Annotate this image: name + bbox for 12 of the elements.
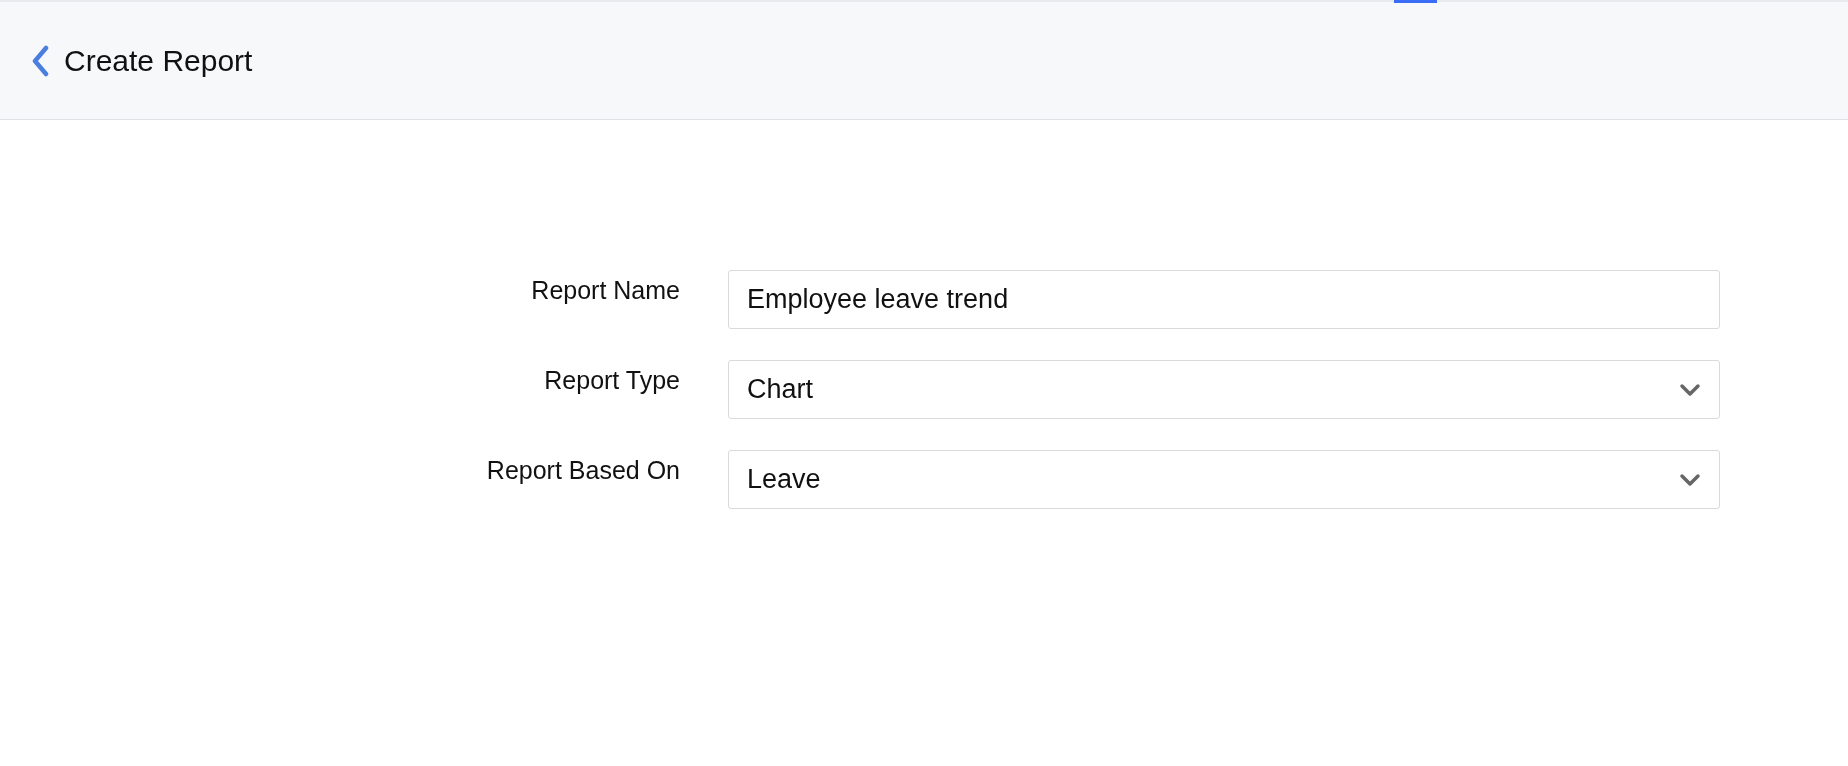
top-indicator-bar bbox=[1394, 0, 1437, 3]
field-label: Report Type bbox=[543, 365, 680, 395]
chevron-down-icon bbox=[1679, 382, 1701, 397]
chevron-left-icon bbox=[30, 44, 50, 77]
dropdown-field[interactable]: Leave bbox=[728, 450, 1720, 509]
field-label: Report Name bbox=[530, 275, 680, 305]
chevron-down-icon bbox=[1679, 472, 1701, 487]
back-button[interactable] bbox=[30, 44, 50, 77]
input-field[interactable]: Employee leave trend bbox=[728, 270, 1720, 329]
page-title: Create Report bbox=[64, 43, 253, 78]
dropdown-field[interactable]: Chart bbox=[728, 360, 1720, 419]
field-label: Report Based On bbox=[485, 455, 680, 485]
